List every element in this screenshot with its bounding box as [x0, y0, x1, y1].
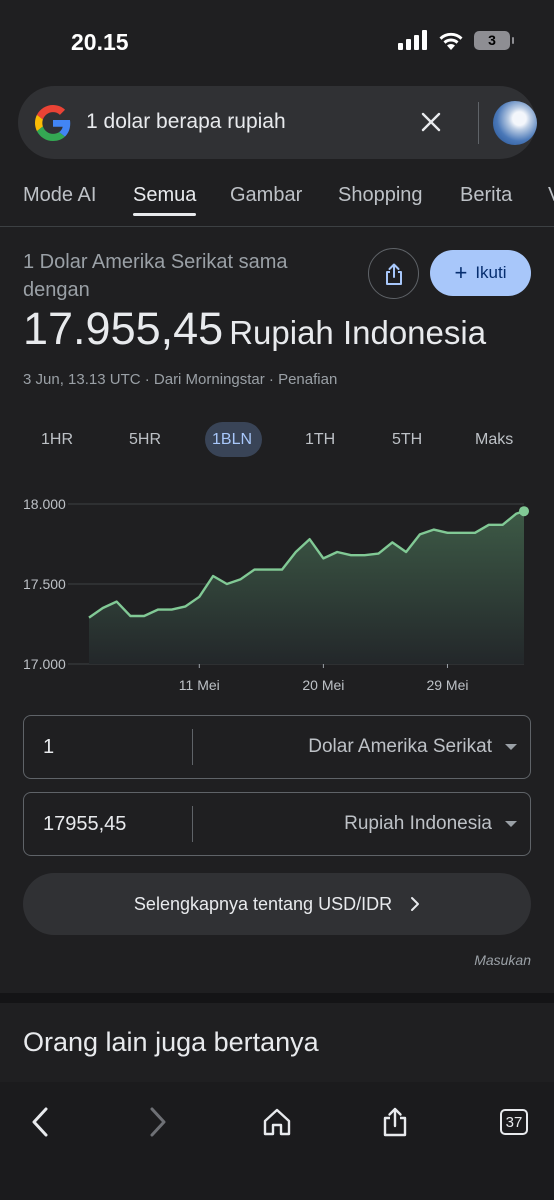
wifi-icon [439, 32, 463, 50]
follow-label: Ikuti [475, 263, 507, 282]
more-label: Selengkapnya tentang USD/IDR [133, 893, 393, 914]
follow-button[interactable]: + Ikuti [430, 250, 531, 296]
feedback-link[interactable]: Masukan [474, 952, 531, 968]
tab-count: 37 [500, 1109, 528, 1135]
range-1bln[interactable]: 1BLN [212, 431, 252, 449]
y-tick-label: 17.000 [23, 656, 66, 672]
chevron-right-icon [411, 897, 420, 911]
conversion-value: 17.955,45 [23, 303, 224, 354]
range-1hr[interactable]: 1HR [41, 431, 73, 449]
people-also-ask-heading: Orang lain juga bertanya [23, 1027, 319, 1057]
tab-video[interactable]: V [548, 184, 554, 207]
tab-gambar[interactable]: Gambar [230, 184, 302, 207]
chevron-down-icon [505, 821, 517, 827]
from-amount-input[interactable]: 1 [43, 736, 54, 759]
google-logo-icon [35, 105, 71, 141]
status-icons: 3 [398, 30, 514, 50]
range-1th[interactable]: 1TH [305, 431, 335, 449]
x-tick-label: 29 Mei [426, 677, 468, 693]
battery-level: 3 [488, 32, 496, 48]
home-icon [263, 1108, 291, 1136]
avatar[interactable] [493, 101, 537, 145]
conversion-label: 1 Dolar Amerika Serikat sama dengan [23, 251, 288, 301]
from-currency-select[interactable]: Dolar Amerika Serikat [308, 736, 492, 758]
back-button[interactable] [20, 1102, 60, 1142]
area-fill [89, 511, 524, 664]
conversion-unit: Rupiah Indonesia [229, 314, 487, 351]
range-maks[interactable]: Maks [475, 431, 513, 449]
share-icon [383, 1107, 407, 1137]
tab-berita[interactable]: Berita [460, 184, 512, 207]
conversion-result: 17.955,45 Rupiah Indonesia [23, 303, 486, 355]
share-page-button[interactable] [375, 1102, 415, 1142]
exchange-rate-chart[interactable]: 18.000 17.500 17.000 11 Mei 20 Mei 29 Mei [0, 480, 554, 700]
search-tabs: Mode AI Semua Gambar Shopping Berita V [0, 180, 554, 220]
chevron-right-icon [150, 1107, 166, 1137]
search-divider [478, 102, 479, 144]
range-5hr[interactable]: 5HR [129, 431, 161, 449]
y-tick-label: 17.500 [23, 576, 66, 592]
search-bar[interactable]: 1 dolar berapa rupiah [18, 86, 537, 159]
chevron-down-icon [505, 744, 517, 750]
conversion-meta: 3 Jun, 13.13 UTC · Dari Morningstar · Pe… [23, 371, 338, 388]
tab-mode-ai[interactable]: Mode AI [23, 184, 96, 207]
battery-icon: 3 [474, 30, 514, 50]
status-time: 20.15 [71, 29, 129, 55]
signal-icon [398, 30, 427, 50]
close-icon[interactable] [418, 109, 444, 135]
tab-semua[interactable]: Semua [133, 184, 196, 207]
status-bar: 20.15 3 [0, 0, 554, 84]
x-tick-label: 11 Mei [179, 677, 220, 693]
to-currency-select[interactable]: Rupiah Indonesia [344, 813, 492, 835]
plus-icon: + [454, 260, 468, 285]
more-about-usd-idr-button[interactable]: Selengkapnya tentang USD/IDR [23, 873, 531, 935]
chart-range-tabs: 1HR 5HR 1BLN 1TH 5TH Maks [0, 422, 554, 458]
search-input[interactable]: 1 dolar berapa rupiah [86, 110, 286, 134]
field-divider [192, 806, 193, 842]
y-tick-label: 18.000 [23, 496, 66, 512]
forward-button[interactable] [138, 1102, 178, 1142]
latest-point-marker [519, 506, 529, 517]
browser-toolbar: 37 [0, 1082, 554, 1200]
active-tab-indicator [133, 213, 196, 216]
share-button[interactable] [368, 248, 419, 299]
x-tick-label: 20 Mei [302, 677, 344, 693]
share-icon [385, 263, 402, 285]
field-divider [192, 729, 193, 765]
range-5th[interactable]: 5TH [392, 431, 422, 449]
chevron-left-icon [32, 1107, 48, 1137]
tabs-button[interactable]: 37 [494, 1102, 534, 1142]
tab-shopping[interactable]: Shopping [338, 184, 423, 207]
from-currency-field[interactable]: 1 Dolar Amerika Serikat [23, 715, 531, 779]
home-button[interactable] [257, 1102, 297, 1142]
to-currency-field[interactable]: 17955,45 Rupiah Indonesia [23, 792, 531, 856]
to-amount-input[interactable]: 17955,45 [43, 813, 126, 836]
section-separator [0, 993, 554, 1003]
